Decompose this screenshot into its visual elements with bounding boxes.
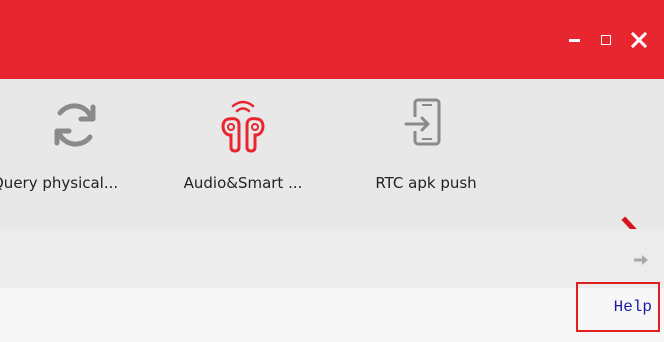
tool-query-physical[interactable]: Query physical...	[0, 97, 168, 197]
earbuds-icon	[221, 100, 265, 153]
sub-toolbar	[0, 229, 664, 288]
close-icon	[631, 32, 647, 48]
maximize-icon	[601, 35, 611, 45]
arrow-right-icon[interactable]	[632, 253, 652, 267]
minimize-icon	[568, 38, 580, 42]
help-link[interactable]: Help	[614, 298, 652, 316]
tool-audio-smart-label: Audio&Smart ...	[183, 174, 303, 192]
help-highlight: Help	[576, 282, 660, 332]
content-area	[0, 288, 664, 342]
tool-query-physical-label: Query physical...	[0, 174, 119, 192]
tool-rtc-apk-push-label: RTC apk push	[375, 174, 477, 192]
phone-push-icon	[404, 98, 441, 146]
tool-rtc-apk-push[interactable]: RTC apk push	[346, 97, 506, 197]
maximize-button[interactable]	[592, 22, 620, 58]
minimize-button[interactable]	[560, 22, 588, 58]
refresh-icon	[54, 103, 96, 147]
tool-audio-smart[interactable]: Audio&Smart ...	[168, 97, 318, 197]
toolbar: Query physical... Audio&Smart ... RTC ap…	[0, 79, 664, 250]
title-bar	[0, 0, 664, 79]
close-button[interactable]	[624, 22, 654, 58]
